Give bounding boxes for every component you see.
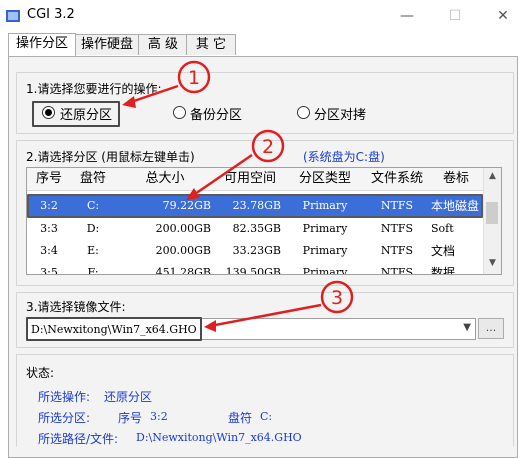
cell-drive: E:: [87, 244, 99, 257]
maximize-button[interactable]: ☐: [440, 6, 470, 26]
minimize-button[interactable]: —: [392, 6, 422, 26]
partition-list-scrollbar[interactable]: ▲ ▼: [483, 168, 501, 274]
cell-free: 139.50GB: [225, 266, 281, 275]
cell-drive: D:: [86, 222, 100, 235]
column-header-index[interactable]: 序号: [27, 168, 72, 191]
browse-button[interactable]: ...: [478, 318, 504, 339]
selected-row-highlight: [27, 194, 483, 218]
partition-row[interactable]: 3:3 D: 200.00GB 82.35GB Primary NTFS Sof…: [27, 218, 497, 240]
column-header-total[interactable]: 总大小: [115, 168, 216, 191]
cell-free: 82.35GB: [232, 222, 281, 235]
tab-partition[interactable]: 操作分区: [8, 33, 76, 56]
close-button[interactable]: ✕: [488, 6, 518, 26]
cell-index: 3:5: [40, 266, 58, 275]
cell-label: 数据: [431, 266, 456, 275]
system-disk-note: (系统盘为C:盘): [303, 150, 385, 164]
step3-label: 3.请选择镜像文件:: [26, 300, 126, 314]
partition-list[interactable]: 序号 盘符 总大小 可用空间 分区类型 文件系统 卷标 3:2 C: 79.22…: [26, 167, 502, 275]
status-heading: 状态:: [26, 366, 55, 380]
status-path-label: 所选路径/文件:: [38, 432, 119, 446]
status-index-value: 3:2: [150, 410, 168, 423]
column-header-free[interactable]: 可用空间: [215, 168, 286, 191]
file-path-highlight: [26, 317, 202, 341]
cell-free: 33.23GB: [232, 244, 281, 257]
tab-other[interactable]: 其 它: [186, 34, 236, 55]
step1-label: 1.请选择您要进行的操作:: [26, 82, 162, 96]
partition-row[interactable]: 3:5 F: 451.28GB 139.50GB Primary NTFS 数据: [27, 262, 497, 275]
cell-type: Primary: [302, 266, 348, 275]
partition-row[interactable]: 3:4 E: 200.00GB 33.23GB Primary NTFS 文档: [27, 240, 497, 262]
backup-radio[interactable]: [173, 106, 186, 119]
tab-advanced[interactable]: 高 级: [138, 34, 188, 55]
status-operation-label: 所选操作:: [38, 390, 91, 404]
cell-fs: NTFS: [380, 222, 414, 235]
cell-label: 文档: [431, 244, 456, 258]
chevron-down-icon[interactable]: ▼: [463, 322, 471, 333]
cell-total: 200.00GB: [155, 222, 211, 235]
cell-index: 3:3: [40, 222, 58, 235]
cell-type: Primary: [302, 244, 348, 257]
status-operation-value: 还原分区: [104, 390, 153, 404]
backup-option-label[interactable]: 备份分区: [190, 104, 242, 123]
status-drive-value: C:: [260, 410, 273, 423]
status-partition-label: 所选分区:: [38, 411, 91, 425]
column-header-drive[interactable]: 盘符: [71, 168, 116, 191]
title-bar: CGI 3.2 — ☐ ✕: [0, 0, 522, 32]
column-header-fs[interactable]: 文件系统: [365, 168, 430, 191]
scroll-thumb[interactable]: [486, 202, 498, 224]
scroll-down-icon[interactable]: ▼: [484, 255, 501, 272]
cell-fs: NTFS: [380, 244, 414, 257]
scroll-up-icon[interactable]: ▲: [484, 168, 501, 185]
window-title: CGI 3.2: [27, 7, 75, 22]
cell-label: Soft: [431, 222, 454, 235]
cell-drive: F:: [87, 266, 99, 275]
cell-type: Primary: [302, 222, 348, 235]
cell-fs: NTFS: [380, 266, 414, 275]
cell-index: 3:4: [40, 244, 58, 257]
restore-radio[interactable]: [42, 106, 55, 119]
status-path-value: D:\Newxitong\Win7_x64.GHO: [136, 431, 302, 444]
tab-disk[interactable]: 操作硬盘: [74, 34, 140, 55]
restore-option-label[interactable]: 还原分区: [60, 104, 112, 123]
app-icon: [6, 10, 20, 22]
status-index-label: 序号: [118, 411, 143, 425]
cell-total: 200.00GB: [155, 244, 211, 257]
copy-option-label[interactable]: 分区对拷: [314, 104, 366, 123]
status-drive-label: 盘符: [228, 411, 253, 425]
cell-total: 451.28GB: [155, 266, 211, 275]
column-header-type[interactable]: 分区类型: [285, 168, 366, 191]
column-header-label[interactable]: 卷标: [429, 168, 484, 191]
copy-radio[interactable]: [297, 106, 310, 119]
step2-label: 2.请选择分区 (用鼠标左键单击): [26, 150, 195, 164]
